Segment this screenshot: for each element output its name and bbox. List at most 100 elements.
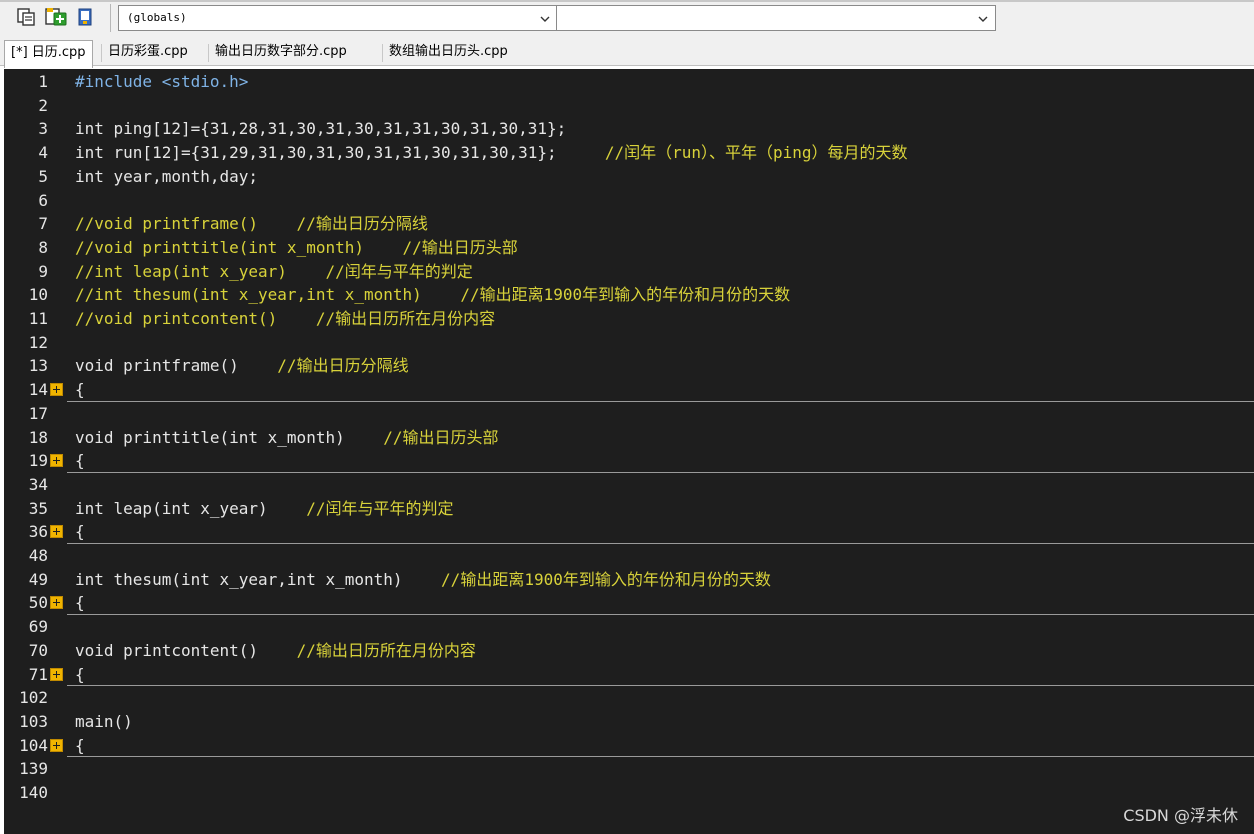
code-line[interactable]: 13 void printframe() //输出日历分隔线 bbox=[4, 354, 1254, 377]
tab-rili-caidan[interactable]: 日历彩蛋.cpp bbox=[102, 40, 194, 66]
line-number: 5 bbox=[38, 166, 48, 186]
code-text: int run[12]={31,29,31,30,31,30,31,31,30,… bbox=[75, 141, 908, 164]
line-number: 1 bbox=[38, 72, 48, 91]
tab-rili[interactable]: [*] 日历.cpp bbox=[4, 40, 93, 68]
code-line[interactable]: 70 void printcontent() //输出日历所在月份内容 bbox=[4, 639, 1254, 662]
code-text: #include <stdio.h> bbox=[75, 70, 248, 93]
code-line[interactable]: 103 main() bbox=[4, 710, 1254, 733]
line-number: 140 bbox=[19, 783, 48, 802]
expand-fold-icon[interactable] bbox=[50, 667, 63, 681]
code-line[interactable]: 8 //void printtitle(int x_month) //输出日历头部 bbox=[4, 236, 1254, 259]
line-number: 14 bbox=[28, 380, 48, 400]
code-text: //void printframe() //输出日历分隔线 bbox=[75, 212, 428, 235]
code-line[interactable]: 10 //int thesum(int x_year,int x_month) /… bbox=[4, 283, 1254, 306]
toolbar-separator bbox=[110, 4, 111, 32]
line-number: 19 bbox=[28, 451, 48, 471]
code-line[interactable]: 2 bbox=[4, 94, 1254, 117]
code-comment: //输出日历所在月份内容 bbox=[296, 640, 476, 660]
code-line[interactable]: 34 bbox=[4, 473, 1254, 496]
code-line[interactable]: 12 bbox=[4, 331, 1254, 354]
code-line[interactable]: 102 bbox=[4, 686, 1254, 709]
code-text: int leap(int x_year) //闰年与平年的判定 bbox=[75, 497, 453, 520]
code-line[interactable]: 9 //int leap(int x_year) //闰年与平年的判定 bbox=[4, 260, 1254, 283]
watermark: CSDN @浮未休 bbox=[1123, 806, 1238, 825]
line-number: 12 bbox=[28, 332, 48, 352]
line-number: 48 bbox=[28, 546, 48, 565]
code-line[interactable]: 17 bbox=[4, 402, 1254, 425]
line-number: 6 bbox=[38, 190, 48, 210]
line-number: 49 bbox=[28, 569, 48, 589]
line-number: 69 bbox=[28, 617, 48, 637]
code-text: main() bbox=[75, 710, 133, 733]
tab-shuzu-shuchu-rilitou[interactable]: 数组输出日历头.cpp bbox=[383, 40, 514, 66]
line-number: 8 bbox=[38, 237, 48, 257]
line-number: 104 bbox=[19, 735, 48, 755]
code-line[interactable]: 19 { bbox=[4, 449, 1254, 472]
code-line[interactable]: 50 { bbox=[4, 591, 1254, 614]
toolbar-top-border bbox=[0, 0, 1254, 2]
expand-fold-icon[interactable] bbox=[50, 383, 63, 397]
code-line[interactable]: 6 bbox=[4, 189, 1254, 212]
scope-dropdown[interactable]: (globals) bbox=[118, 5, 558, 31]
code-text: int thesum(int x_year,int x_month) //输出距… bbox=[75, 568, 771, 591]
code-line[interactable]: 71 { bbox=[4, 663, 1254, 686]
code-text: { bbox=[75, 449, 85, 472]
code-line[interactable]: 36 { bbox=[4, 520, 1254, 543]
line-number: 10 bbox=[28, 285, 48, 305]
expand-fold-icon[interactable] bbox=[50, 738, 63, 752]
code-text: int year,month,day; bbox=[75, 165, 258, 188]
code-line[interactable]: 11 //void printcontent() //输出日历所在月份内容 bbox=[4, 307, 1254, 330]
line-number: 17 bbox=[28, 403, 48, 423]
line-number: 9 bbox=[38, 261, 48, 281]
code-line[interactable]: 35 int leap(int x_year) //闰年与平年的判定 bbox=[4, 497, 1254, 520]
code-line[interactable]: 69 bbox=[4, 615, 1254, 638]
toolbar: (globals) bbox=[0, 0, 1254, 38]
line-number: 2 bbox=[38, 95, 48, 115]
chevron-down-icon bbox=[978, 16, 988, 22]
code-segment: int ping[12]={31,28,31,30,31,30,31,31,30… bbox=[75, 119, 567, 139]
expand-fold-icon[interactable] bbox=[50, 525, 63, 539]
code-text: int ping[12]={31,28,31,30,31,30,31,31,30… bbox=[75, 117, 566, 140]
code-comment: //void printcontent() //输出日历所在月份内容 bbox=[75, 309, 496, 328]
code-line[interactable]: 14 { bbox=[4, 378, 1254, 401]
line-number: 18 bbox=[28, 427, 48, 447]
expand-fold-icon[interactable] bbox=[50, 454, 63, 468]
new-class-icon[interactable] bbox=[15, 6, 37, 28]
line-number: 139 bbox=[19, 759, 48, 779]
scope-dropdown-value: (globals) bbox=[127, 11, 187, 24]
code-line[interactable]: 104 { bbox=[4, 734, 1254, 757]
line-number: 3 bbox=[38, 119, 48, 139]
code-segment: #include <stdio.h> bbox=[75, 72, 249, 91]
line-number: 36 bbox=[28, 522, 48, 542]
line-number: 50 bbox=[28, 593, 48, 613]
code-comment: //void printtitle(int x_month) //输出日历头部 bbox=[75, 237, 518, 257]
code-line[interactable]: 1 #include <stdio.h> bbox=[4, 70, 1254, 93]
line-number: 102 bbox=[19, 688, 48, 708]
code-segment: { bbox=[75, 735, 85, 755]
code-line[interactable]: 48 bbox=[4, 544, 1254, 567]
code-comment: //闰年（run）、平年（ping）每月的天数 bbox=[604, 143, 908, 163]
code-text: { bbox=[75, 734, 85, 757]
code-line[interactable]: 49 int thesum(int x_year,int x_month) //输… bbox=[4, 568, 1254, 591]
code-line[interactable]: 5 int year,month,day; bbox=[4, 165, 1254, 188]
code-text: //void printtitle(int x_month) //输出日历头部 bbox=[75, 236, 518, 259]
code-segment: int thesum(int x_year,int x_month) bbox=[75, 569, 442, 589]
code-text: { bbox=[75, 520, 85, 543]
tab-shuchu-rili-shuzi[interactable]: 输出日历数字部分.cpp bbox=[209, 40, 353, 66]
code-line[interactable]: 18 void printtitle(int x_month) //输出日历头部 bbox=[4, 426, 1254, 449]
code-line[interactable]: 7 //void printframe() //输出日历分隔线 bbox=[4, 212, 1254, 235]
code-segment: void printcontent() bbox=[75, 640, 297, 660]
code-line[interactable]: 4 int run[12]={31,29,31,30,31,30,31,31,30… bbox=[4, 141, 1254, 164]
code-segment: { bbox=[75, 664, 85, 684]
expand-fold-icon[interactable] bbox=[50, 596, 63, 610]
code-segment: int run[12]={31,29,31,30,31,30,31,31,30,… bbox=[75, 143, 605, 163]
code-line[interactable]: 3 int ping[12]={31,28,31,30,31,30,31,31,3… bbox=[4, 117, 1254, 140]
code-editor[interactable]: 1 #include <stdio.h> 2 3 int ping[12]={31,28… bbox=[4, 69, 1254, 834]
code-segment: void printtitle(int x_month) bbox=[75, 427, 384, 447]
bookmark-icon[interactable] bbox=[74, 6, 96, 28]
code-comment: //闰年与平年的判定 bbox=[306, 498, 454, 518]
code-line[interactable]: 140 bbox=[4, 781, 1254, 804]
add-member-icon[interactable] bbox=[45, 6, 67, 28]
member-dropdown[interactable] bbox=[556, 5, 996, 31]
code-line[interactable]: 139 bbox=[4, 757, 1254, 780]
